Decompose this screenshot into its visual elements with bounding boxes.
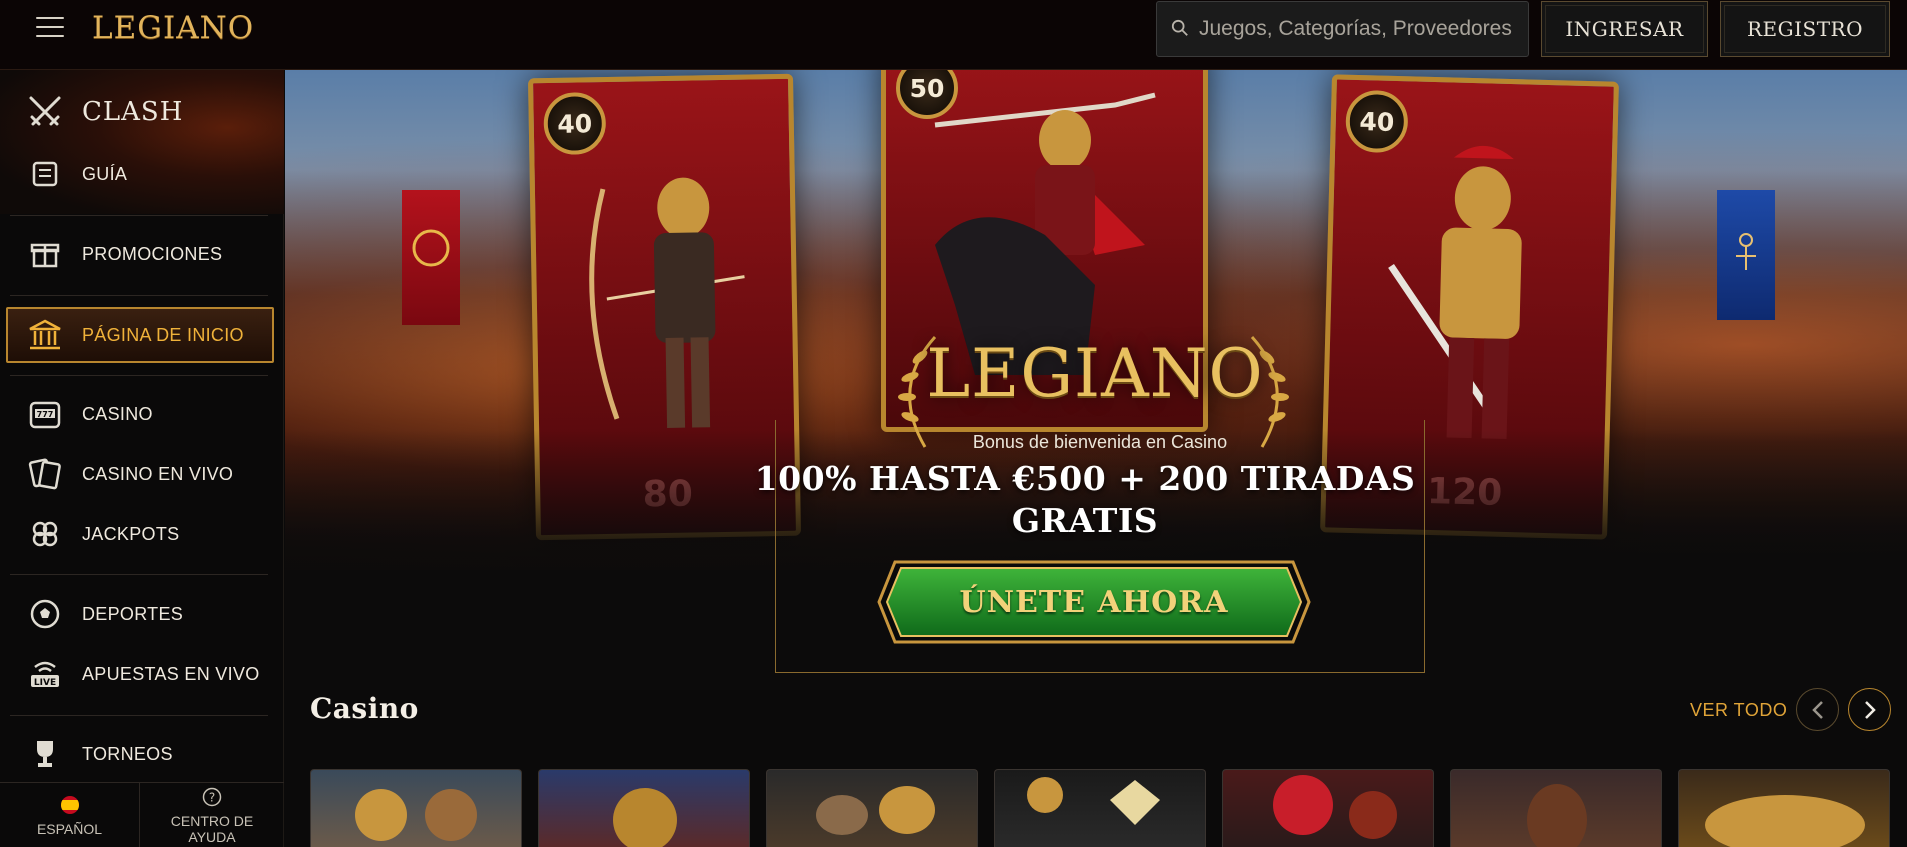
sidebar-divider	[10, 715, 268, 716]
help-center-link[interactable]: ? CENTRO DE AYUDA	[140, 783, 284, 847]
sidebar-item-label: PROMOCIONES	[82, 243, 223, 264]
sidebar-item-sports[interactable]: DEPORTES	[0, 590, 284, 638]
login-button[interactable]: INGRESAR	[1541, 1, 1708, 57]
sidebar-item-label: CASINO EN VIVO	[82, 463, 234, 484]
svg-text:?: ?	[209, 790, 215, 804]
red-banner-decoration	[402, 190, 460, 325]
sidebar-divider	[10, 215, 268, 216]
sidebar-item-label: CLASH	[82, 97, 184, 127]
sidebar-item-label: GUÍA	[82, 163, 128, 184]
hero-offer-text: 100% HASTA €500 + 200 TIRADAS GRATIS	[754, 459, 1416, 540]
hero-subtitle: Bonus de bienvenida en Casino	[972, 432, 1228, 452]
cards-icon	[27, 456, 63, 492]
menu-icon[interactable]	[36, 17, 64, 39]
help-label: CENTRO DE AYUDA	[170, 812, 254, 845]
sidebar-divider	[10, 375, 268, 376]
sidebar-item-label: APUESTAS EN VIVO	[82, 663, 260, 684]
blue-banner-decoration	[1717, 190, 1775, 320]
live-icon: LIVE	[27, 656, 63, 692]
chevron-left-icon	[1811, 700, 1823, 719]
sidebar-item-label: PÁGINA DE INICIO	[82, 324, 244, 345]
help-icon: ?	[202, 787, 222, 806]
search-icon	[1171, 19, 1188, 36]
sidebar-divider	[10, 574, 268, 575]
register-button[interactable]: REGISTRO	[1720, 1, 1890, 57]
game-tile[interactable]	[538, 769, 750, 847]
spain-flag-icon	[60, 795, 79, 814]
casino-game-carousel	[310, 769, 1907, 847]
sidebar-item-guide[interactable]: GUÍA	[0, 150, 284, 198]
sidebar-item-jackpots[interactable]: JACKPOTS	[0, 510, 284, 558]
sidebar-item-label: DEPORTES	[82, 603, 184, 624]
carousel-next-button[interactable]	[1848, 688, 1891, 731]
game-tile[interactable]	[310, 769, 522, 847]
sidebar-divider	[10, 295, 268, 296]
sidebar-item-home[interactable]: PÁGINA DE INICIO	[0, 311, 284, 359]
temple-icon	[27, 317, 63, 353]
language-selector[interactable]: ESPAÑOL	[0, 783, 140, 847]
sidebar: CLASH GUÍA PROMOCIONES PÁGINA DE INICIO …	[0, 70, 284, 847]
slot-machine-icon: 777	[27, 396, 63, 432]
top-header: LEGIANO INGRESAR REGISTRO	[0, 0, 1907, 70]
game-tile[interactable]	[1222, 769, 1434, 847]
trophy-icon	[27, 736, 63, 772]
game-tile[interactable]	[1450, 769, 1662, 847]
legionary-figure	[1387, 145, 1522, 440]
sidebar-item-casino[interactable]: 777 CASINO	[0, 390, 284, 438]
svg-text:LIVE: LIVE	[34, 678, 56, 688]
game-tile[interactable]	[1678, 769, 1890, 847]
svg-text:777: 777	[37, 410, 54, 419]
carousel-prev-button[interactable]	[1796, 688, 1839, 731]
sidebar-item-live-casino[interactable]: CASINO EN VIVO	[0, 450, 284, 498]
sidebar-footer: ESPAÑOL ? CENTRO DE AYUDA	[0, 782, 284, 847]
clover-icon	[27, 516, 63, 552]
site-logo[interactable]: LEGIANO	[92, 10, 254, 46]
language-label: ESPAÑOL	[36, 820, 103, 837]
search-input[interactable]	[1199, 10, 1519, 48]
casino-section-title: Casino	[310, 692, 419, 725]
soccer-ball-icon	[27, 596, 63, 632]
game-tile[interactable]	[766, 769, 978, 847]
gift-icon	[27, 236, 63, 272]
hero-banner[interactable]: 40 80 50 40 120	[285, 70, 1907, 690]
sidebar-item-live-betting[interactable]: LIVE APUESTAS EN VIVO	[0, 650, 284, 698]
archer-figure	[588, 177, 745, 428]
join-now-label: ÚNETE AHORA	[959, 584, 1229, 620]
sidebar-item-clash[interactable]: CLASH	[0, 88, 284, 136]
join-now-button[interactable]: ÚNETE AHORA	[877, 560, 1311, 644]
sidebar-item-promotions[interactable]: PROMOCIONES	[0, 230, 284, 278]
search-box[interactable]	[1156, 1, 1529, 57]
sidebar-item-label: TORNEOS	[82, 743, 173, 764]
card-badge: 40	[543, 92, 607, 156]
sidebar-item-tournaments[interactable]: TORNEOS	[0, 730, 284, 778]
swords-icon	[27, 94, 63, 130]
hero-logo: LEGIANO	[926, 335, 1264, 412]
game-tile[interactable]	[994, 769, 1206, 847]
sidebar-item-label: CASINO	[82, 403, 153, 424]
chevron-right-icon	[1864, 700, 1876, 719]
see-all-link[interactable]: VER TODO	[1690, 700, 1787, 721]
sidebar-item-label: JACKPOTS	[82, 523, 180, 544]
scroll-icon	[27, 156, 63, 192]
